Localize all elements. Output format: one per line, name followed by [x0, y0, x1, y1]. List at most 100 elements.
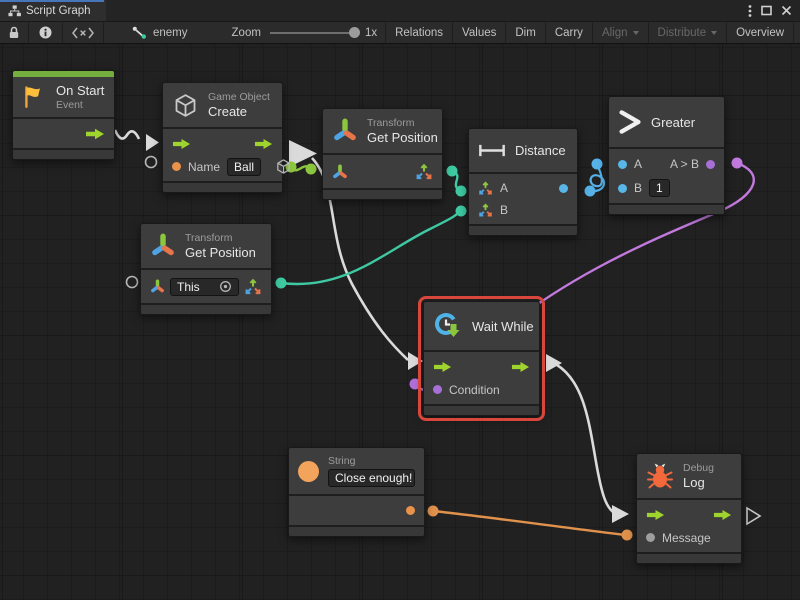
- code-view-button[interactable]: [63, 22, 104, 43]
- game-object-output-port[interactable]: [275, 158, 292, 175]
- flow-output-port[interactable]: [254, 138, 273, 150]
- node-footer: [609, 205, 724, 214]
- flow-input-port[interactable]: [646, 509, 665, 521]
- node-footer: [163, 183, 282, 192]
- vector3-input-port[interactable]: [478, 181, 493, 196]
- value-input-port[interactable]: [618, 160, 627, 169]
- wire-arrowhead: [612, 505, 629, 523]
- tab-title: Script Graph: [26, 5, 91, 17]
- node-category: Transform: [367, 117, 433, 129]
- distribute-dropdown[interactable]: Distribute: [649, 22, 728, 43]
- overview-button[interactable]: Overview: [727, 22, 794, 43]
- output-label: A > B: [670, 157, 699, 171]
- node-greater[interactable]: Greater A A > B B 1: [608, 96, 725, 215]
- flow-output-port[interactable]: [85, 128, 105, 140]
- graph-reference[interactable]: enemy: [124, 22, 196, 43]
- value-input-port[interactable]: [618, 184, 627, 193]
- graph-canvas[interactable]: On Start Event Game Object Create: [0, 44, 800, 600]
- distribute-label: Distribute: [658, 27, 707, 39]
- port-label: Condition: [449, 383, 500, 397]
- flow-output-port[interactable]: [511, 361, 530, 373]
- node-get-position-2[interactable]: Transform Get Position This: [140, 223, 272, 315]
- script-graph-icon: [8, 5, 21, 17]
- flow-output-port[interactable]: [713, 509, 732, 521]
- chevron-down-icon: [633, 31, 639, 35]
- wire-string-debuglog-message: [433, 511, 626, 535]
- name-input-field[interactable]: Ball: [227, 158, 261, 176]
- unconnected-flow-triangle: [747, 508, 760, 524]
- node-string[interactable]: String Close enough!: [288, 447, 425, 537]
- node-title: Log: [683, 475, 714, 490]
- info-button[interactable]: [29, 22, 63, 43]
- node-footer: [637, 554, 741, 563]
- window-controls: [748, 0, 800, 21]
- wire-getposition2-distance-b: [281, 211, 460, 284]
- transform-input-port[interactable]: [150, 279, 165, 294]
- transform-icon: [150, 233, 176, 259]
- string-input-field[interactable]: Close enough!: [328, 469, 415, 487]
- message-input-port[interactable]: [646, 533, 655, 542]
- wire-endpoint: [428, 506, 439, 517]
- vector3-input-port[interactable]: [478, 203, 493, 218]
- values-button[interactable]: Values: [453, 22, 506, 43]
- carry-button[interactable]: Carry: [546, 22, 593, 43]
- node-distance[interactable]: Distance A B: [468, 128, 578, 236]
- port-label: Message: [662, 531, 711, 545]
- node-title: Create: [208, 104, 270, 119]
- transform-input-port[interactable]: [332, 164, 348, 180]
- toolbar: enemy Zoom 1x Relations Values Dim Carry…: [0, 22, 800, 44]
- target-value: This: [177, 280, 200, 294]
- vector3-output-port[interactable]: [244, 278, 262, 296]
- node-wait-while[interactable]: Wait While Condition: [423, 301, 540, 416]
- port-label: B: [634, 181, 642, 195]
- maximize-icon[interactable]: [761, 5, 772, 16]
- zoom-slider-handle[interactable]: [349, 27, 360, 38]
- node-footer: [13, 150, 114, 159]
- port-label: A: [500, 181, 508, 195]
- node-on-start[interactable]: On Start Event: [12, 70, 115, 160]
- wire-arrowhead: [146, 134, 159, 151]
- value-output-port[interactable]: [406, 506, 415, 515]
- wire-endpoint: [585, 186, 596, 197]
- node-footer: [469, 226, 577, 235]
- b-input-field[interactable]: 1: [649, 179, 670, 197]
- titlebar: Script Graph: [0, 0, 800, 22]
- align-dropdown[interactable]: Align: [593, 22, 649, 43]
- game-object-cube-icon: [172, 92, 199, 119]
- lock-button[interactable]: [0, 22, 29, 43]
- node-debug-log[interactable]: Debug Log Message: [636, 453, 742, 564]
- relations-button[interactable]: Relations: [385, 22, 453, 43]
- dim-button[interactable]: Dim: [506, 22, 545, 43]
- align-label: Align: [602, 27, 628, 39]
- target-input-field[interactable]: This: [170, 278, 239, 296]
- wire-arrowhead: [546, 354, 562, 372]
- zoom-value: 1x: [365, 27, 377, 39]
- full-screen-button[interactable]: Full Screen: [794, 22, 800, 43]
- condition-input-port[interactable]: [433, 385, 442, 394]
- zoom-slider[interactable]: [270, 32, 356, 34]
- node-get-position-1[interactable]: Transform Get Position: [322, 108, 443, 200]
- wire-endpoint: [592, 159, 603, 170]
- node-category: Debug: [683, 462, 714, 474]
- unconnected-port-circle: [146, 157, 157, 168]
- value-output-port[interactable]: [706, 160, 715, 169]
- b-value: 1: [656, 181, 663, 195]
- node-title: Wait While: [472, 319, 534, 334]
- flow-input-port[interactable]: [433, 361, 452, 373]
- wait-while-icon: [433, 311, 463, 341]
- wire-arrowhead: [408, 352, 423, 370]
- kebab-menu-icon[interactable]: [748, 4, 752, 18]
- vector3-output-port[interactable]: [415, 163, 433, 181]
- node-create[interactable]: Game Object Create Name Ball: [162, 82, 283, 193]
- code-icon: [72, 27, 94, 39]
- port-label: A: [634, 157, 642, 171]
- object-picker-icon[interactable]: [219, 280, 232, 293]
- flow-input-port[interactable]: [172, 138, 191, 150]
- greater-icon: [618, 108, 642, 136]
- wire-endpoint: [732, 158, 743, 169]
- wire-endpoint: [456, 206, 467, 217]
- value-output-port[interactable]: [559, 184, 568, 193]
- value-input-port[interactable]: [172, 162, 181, 171]
- close-icon[interactable]: [781, 5, 792, 16]
- tab-script-graph[interactable]: Script Graph: [0, 0, 106, 21]
